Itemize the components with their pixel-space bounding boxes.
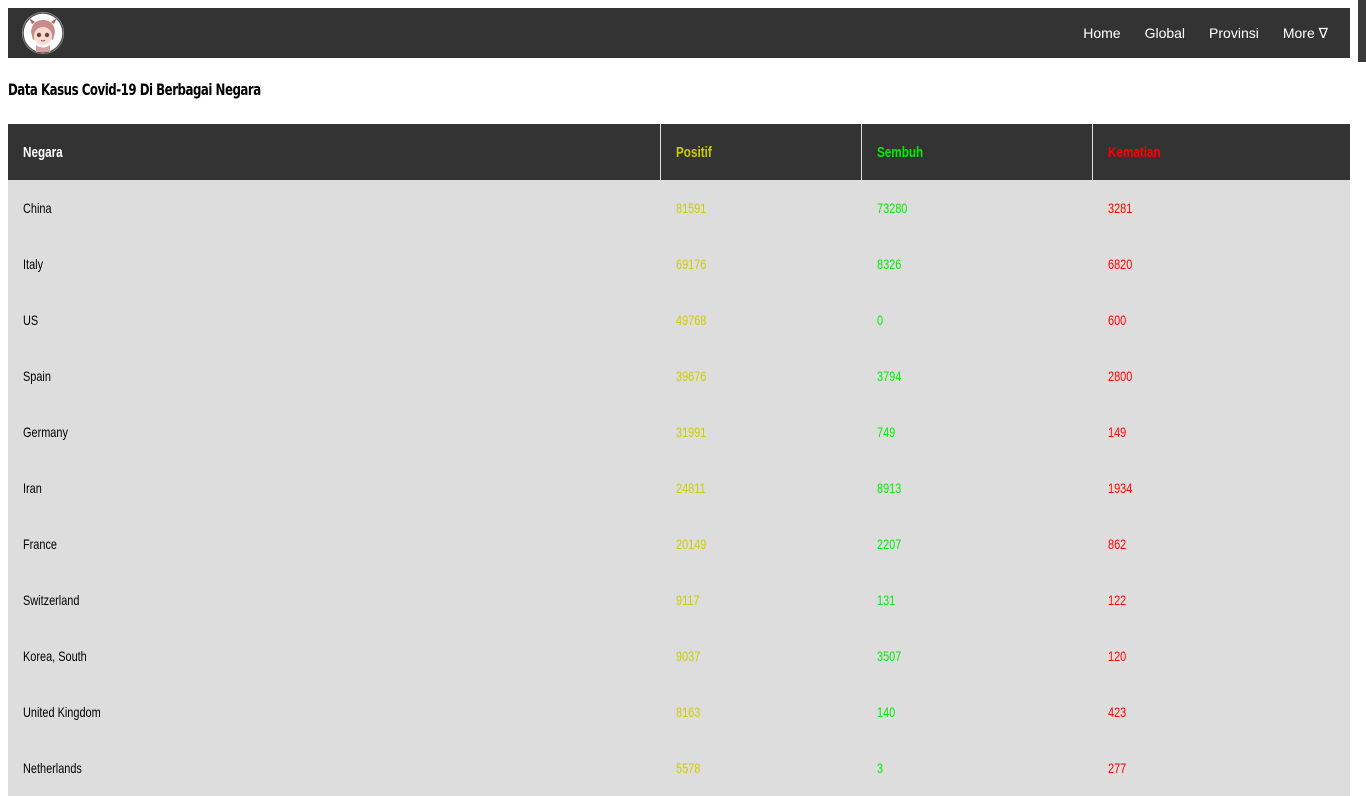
cell-negara: United Kingdom: [8, 684, 661, 740]
table-body: China 81591 73280 3281 Italy 69176 8326 6820 US 4…: [8, 180, 1350, 796]
cell-sembuh: 749: [861, 404, 1093, 460]
cell-positif: 69176: [660, 236, 862, 292]
cell-positif: 39676: [660, 348, 862, 404]
cell-sembuh: 73280: [861, 180, 1093, 236]
cell-sembuh: 0: [861, 292, 1093, 348]
cell-negara: Spain: [8, 348, 661, 404]
cell-sembuh: 2207: [861, 516, 1093, 572]
cell-negara: France: [8, 516, 661, 572]
cell-sembuh: 131: [861, 572, 1093, 628]
table-row: China 81591 73280 3281: [8, 180, 1350, 236]
table-row: US 49768 0 600: [8, 292, 1350, 348]
cell-negara: China: [8, 180, 661, 236]
cell-positif: 24811: [660, 460, 862, 516]
cell-kematian: 423: [1092, 684, 1350, 740]
cell-negara: Germany: [8, 404, 661, 460]
cell-kematian: 3281: [1092, 180, 1350, 236]
cell-positif: 5578: [660, 740, 862, 796]
cell-sembuh: 8913: [861, 460, 1093, 516]
page-title: Data Kasus Covid-19 Di Berbagai Negara: [8, 80, 261, 99]
nav-global-link[interactable]: Global: [1145, 25, 1185, 41]
cell-negara: Korea, South: [8, 628, 661, 684]
cell-kematian: 600: [1092, 292, 1350, 348]
table-row: France 20149 2207 862: [8, 516, 1350, 572]
cell-negara: Italy: [8, 236, 661, 292]
cell-positif: 20149: [660, 516, 862, 572]
cell-positif: 49768: [660, 292, 862, 348]
cell-negara: Switzerland: [8, 572, 661, 628]
cell-kematian: 120: [1092, 628, 1350, 684]
cell-sembuh: 140: [861, 684, 1093, 740]
cell-negara: Iran: [8, 460, 661, 516]
scrollbar-thumb[interactable]: [1358, 0, 1366, 62]
table-row: Netherlands 5578 3 277: [8, 740, 1350, 796]
table-row: Spain 39676 3794 2800: [8, 348, 1350, 404]
cell-sembuh: 8326: [861, 236, 1093, 292]
cell-sembuh: 3507: [861, 628, 1093, 684]
nav-links: Home Global Provinsi More ∇: [1059, 8, 1328, 58]
table-row: Iran 24811 8913 1934: [8, 460, 1350, 516]
cell-positif: 8163: [660, 684, 862, 740]
cell-kematian: 2800: [1092, 348, 1350, 404]
anime-avatar-logo-icon: [22, 12, 64, 54]
table-row: Italy 69176 8326 6820: [8, 236, 1350, 292]
covid-data-table: Negara Positif Sembuh Kematian China 8159…: [8, 124, 1350, 796]
header-sembuh: Sembuh: [861, 124, 1093, 180]
cell-positif: 31991: [660, 404, 862, 460]
table-row: Switzerland 9117 131 122: [8, 572, 1350, 628]
cell-kematian: 277: [1092, 740, 1350, 796]
table-row: United Kingdom 8163 140 423: [8, 684, 1350, 740]
nav-home-link[interactable]: Home: [1083, 25, 1120, 41]
cell-kematian: 6820: [1092, 236, 1350, 292]
header-negara: Negara: [8, 124, 661, 180]
cell-positif: 9117: [660, 572, 862, 628]
cell-sembuh: 3794: [861, 348, 1093, 404]
nav-provinsi-link[interactable]: Provinsi: [1209, 25, 1259, 41]
table-row: Germany 31991 749 149: [8, 404, 1350, 460]
cell-positif: 81591: [660, 180, 862, 236]
site-logo[interactable]: [22, 12, 64, 54]
cell-positif: 9037: [660, 628, 862, 684]
table-row: Korea, South 9037 3507 120: [8, 628, 1350, 684]
cell-sembuh: 3: [861, 740, 1093, 796]
table-header-row: Negara Positif Sembuh Kematian: [8, 124, 1350, 180]
cell-negara: Netherlands: [8, 740, 661, 796]
cell-kematian: 149: [1092, 404, 1350, 460]
cell-kematian: 1934: [1092, 460, 1350, 516]
nav-more-dropdown[interactable]: More ∇: [1283, 25, 1328, 42]
cell-kematian: 862: [1092, 516, 1350, 572]
cell-kematian: 122: [1092, 572, 1350, 628]
cell-negara: US: [8, 292, 661, 348]
navbar: Home Global Provinsi More ∇: [8, 8, 1350, 58]
header-kematian: Kematian: [1092, 124, 1350, 180]
header-positif: Positif: [660, 124, 862, 180]
